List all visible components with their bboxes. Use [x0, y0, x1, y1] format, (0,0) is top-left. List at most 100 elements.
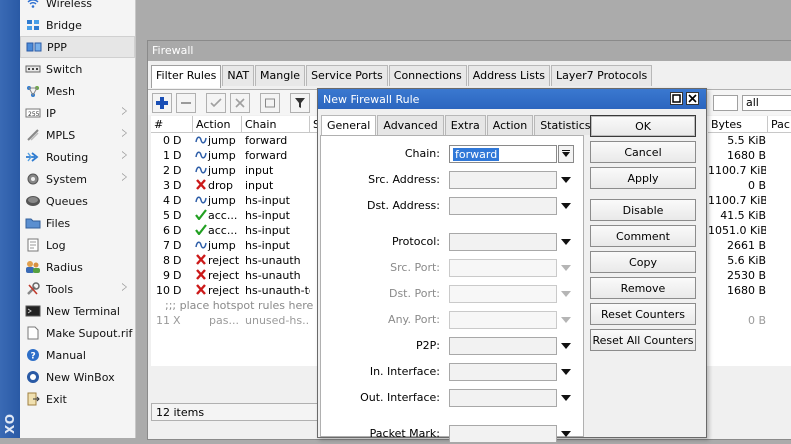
rule-action-label: jump [208, 239, 236, 252]
svg-text:?: ? [31, 352, 36, 362]
rule-action: jump [195, 239, 242, 254]
rule-bytes: 0 B [747, 179, 766, 192]
firewall-window-title: Firewall [148, 41, 791, 61]
column-header-chain[interactable]: Chain [242, 116, 310, 133]
system-icon [25, 172, 41, 186]
reset-all-counters-button[interactable]: Reset All Counters [590, 329, 696, 351]
sidebar-item-exit[interactable]: Exit [20, 388, 135, 410]
sidebar-item-ip[interactable]: 255 IP [20, 102, 135, 124]
dialog-title-bar[interactable]: New Firewall Rule [318, 89, 706, 109]
tab-mangle[interactable]: Mangle [255, 65, 306, 86]
filter-button[interactable] [290, 93, 310, 113]
enable-button[interactable] [206, 93, 226, 113]
reset-counters-button[interactable]: Reset Counters [590, 303, 696, 325]
packet-mark-input[interactable] [449, 425, 557, 443]
rule-number: 8 [163, 254, 170, 267]
tab-nat[interactable]: NAT [222, 65, 255, 86]
sidebar-item-system[interactable]: System [20, 168, 135, 190]
out-interface-input[interactable] [449, 389, 557, 407]
column-header-bytes[interactable]: Bytes [708, 116, 768, 133]
rule-chain: hs-unauth-to [245, 284, 310, 297]
rule-action-label: acc... [208, 224, 238, 237]
find-input[interactable] [713, 95, 738, 111]
sidebar-item-label: Switch [46, 62, 83, 76]
dialog-tab-extra[interactable]: Extra [444, 115, 486, 135]
src-port-input[interactable] [449, 259, 557, 277]
sidebar-item-wireless[interactable]: Wireless [20, 0, 135, 14]
column-header-number[interactable]: # [151, 116, 193, 133]
close-button[interactable] [686, 92, 699, 105]
rule-number: 11 [156, 314, 170, 327]
sidebar-item-mpls[interactable]: MPLS [20, 124, 135, 146]
copy-button[interactable]: Copy [590, 251, 696, 273]
rule-chain: forward [245, 134, 288, 147]
comment-button[interactable]: Comment [590, 225, 696, 247]
sidebar-item-switch[interactable]: Switch [20, 58, 135, 80]
disable-button[interactable] [230, 93, 250, 113]
dialog-tab-statistics[interactable]: Statistics [534, 115, 597, 135]
dropdown-arrow-icon[interactable] [561, 369, 571, 375]
dropdown-arrow-icon[interactable] [561, 203, 571, 209]
sidebar-item-queues[interactable]: Queues [20, 190, 135, 212]
dropdown-arrow-icon[interactable] [561, 317, 571, 323]
dropdown-arrow-icon[interactable] [561, 265, 571, 271]
maximize-button[interactable] [670, 92, 683, 105]
add-button[interactable] [152, 93, 172, 113]
tab-service-ports[interactable]: Service Ports [306, 65, 388, 86]
rule-chain: hs-input [245, 194, 290, 207]
dialog-tab-general[interactable]: General [321, 115, 377, 137]
sidebar-item-radius[interactable]: Radius [20, 256, 135, 278]
dropdown-arrow-icon[interactable] [561, 291, 571, 297]
src-address-input[interactable] [449, 171, 557, 189]
dropdown-arrow-icon[interactable] [561, 177, 571, 183]
sidebar-item-manual[interactable]: ? Manual [20, 344, 135, 366]
dropdown-arrow-icon[interactable] [561, 343, 571, 349]
column-header-action[interactable]: Action [193, 116, 242, 133]
protocol-input[interactable] [449, 233, 557, 251]
rule-chain: forward [245, 149, 288, 162]
sidebar-item-label: New Terminal [46, 304, 120, 318]
tab-connections[interactable]: Connections [388, 65, 467, 86]
sidebar-item-files[interactable]: Files [20, 212, 135, 234]
any-port-input[interactable] [449, 311, 557, 329]
dropdown-arrow-icon[interactable] [561, 431, 571, 437]
src-address-label: Src. Address: [368, 173, 440, 186]
dropdown-arrow-icon[interactable] [561, 239, 571, 245]
dialog-tabs: General Advanced Extra Action Statistics [321, 115, 598, 137]
tab-filter-rules[interactable]: Filter Rules [151, 65, 222, 88]
sidebar-item-tools[interactable]: Tools [20, 278, 135, 300]
in-interface-input[interactable] [449, 363, 557, 381]
tab-layer7-protocols[interactable]: Layer7 Protocols [551, 65, 653, 86]
packet-mark-label: Packet Mark: [369, 427, 440, 440]
column-header-pac[interactable]: Pac [768, 116, 791, 133]
sidebar-item-make-supout-rif[interactable]: Make Supout.rif [20, 322, 135, 344]
filter-select[interactable]: all [742, 95, 791, 111]
comment-button[interactable] [260, 93, 280, 113]
tab-address-lists[interactable]: Address Lists [467, 65, 551, 86]
dropdown-arrow-icon[interactable] [561, 395, 571, 401]
disable-button[interactable]: Disable [590, 199, 696, 221]
dialog-tab-action[interactable]: Action [486, 115, 534, 135]
sidebar-item-routing[interactable]: Routing [20, 146, 135, 168]
remove-button[interactable] [176, 93, 196, 113]
dst-address-input[interactable] [449, 197, 557, 215]
remove-button[interactable]: Remove [590, 277, 696, 299]
cancel-button[interactable]: Cancel [590, 141, 696, 163]
chain-input[interactable]: forward [449, 145, 557, 163]
sidebar-item-new-terminal[interactable]: New Terminal [20, 300, 135, 322]
sidebar-item-new-winbox[interactable]: New WinBox [20, 366, 135, 388]
chain-dropdown-button[interactable] [558, 145, 574, 163]
reject-icon [195, 269, 207, 280]
sidebar-item-mesh[interactable]: Mesh [20, 80, 135, 102]
sidebar-item-ppp[interactable]: PPP [20, 36, 135, 58]
dialog-tab-advanced[interactable]: Advanced [377, 115, 444, 135]
ok-button[interactable]: OK [590, 115, 696, 137]
sidebar-item-label: IP [46, 106, 56, 120]
dst-port-input[interactable] [449, 285, 557, 303]
sidebar-item-bridge[interactable]: Bridge [20, 14, 135, 36]
apply-button[interactable]: Apply [590, 167, 696, 189]
p2p-input[interactable] [449, 337, 557, 355]
rule-action-label: reject [208, 284, 240, 297]
rule-action-label: jump [208, 164, 236, 177]
sidebar-item-log[interactable]: Log [20, 234, 135, 256]
